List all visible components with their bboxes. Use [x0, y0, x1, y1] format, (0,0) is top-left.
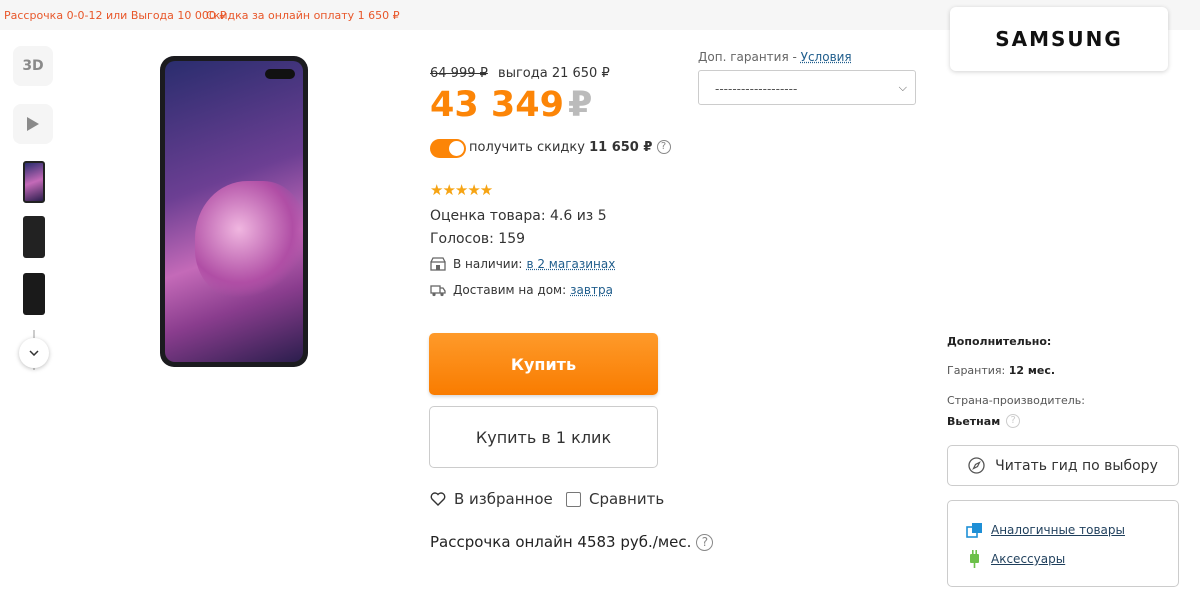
country-value: Вьетнам [947, 414, 1001, 428]
thumbnail-back-camera[interactable] [23, 273, 45, 315]
rating-info: Оценка товара: 4.6 из 5 Голосов: 159 [430, 205, 607, 251]
rating-votes: Голосов: 159 [430, 231, 526, 247]
country-spec: Вьетнам ? [947, 414, 1021, 428]
charger-icon [970, 550, 979, 568]
delivery-row: Доставим на дом: завтра [430, 283, 613, 297]
play-video-button[interactable] [13, 104, 53, 144]
play-icon [27, 117, 39, 131]
product-image[interactable] [160, 56, 308, 367]
country-spec-label: Страна-производитель: [947, 394, 1085, 407]
guide-button[interactable]: Читать гид по выбору [947, 445, 1179, 486]
delivery-label: Доставим на дом: [453, 283, 567, 297]
thumbnail-front[interactable] [23, 161, 45, 203]
stock-row: В наличии: в 2 магазинах [430, 257, 615, 271]
thumbnails-scroll-down-button[interactable] [19, 338, 49, 368]
front-camera [265, 69, 295, 79]
accessories-link[interactable]: Аксессуары [966, 550, 1065, 568]
currency-sign: ₽ [567, 85, 593, 125]
old-price-row: 64 999 ₽ выгода 21 650 ₽ [430, 66, 610, 81]
warranty-select[interactable]: ------------------- ⌵ [698, 70, 916, 105]
stock-link[interactable]: в 2 магазинах [526, 257, 615, 271]
current-price: 43 349 ₽ [430, 85, 592, 125]
checkbox-box[interactable] [566, 491, 581, 507]
old-price: 64 999 ₽ [430, 66, 488, 81]
help-icon[interactable]: ? [656, 140, 671, 154]
guide-label: Читать гид по выбору [995, 457, 1158, 474]
phone-screen [165, 61, 303, 362]
favorites-label: В избранное [454, 490, 553, 508]
chevron-down-icon [29, 350, 39, 356]
rating-score: Оценка товара: 4.6 из 5 [430, 208, 607, 224]
credit-offer: Рассрочка онлайн 4583 руб./мес. ? [430, 533, 714, 551]
add-to-favorites[interactable]: В избранное [430, 490, 553, 508]
thumbnail-back[interactable] [23, 216, 45, 258]
warranty-select-value: ------------------- [715, 82, 798, 96]
warranty-terms-link[interactable]: Условия [801, 50, 852, 64]
store-icon [430, 257, 446, 271]
compare-checkbox[interactable]: Сравнить [566, 490, 664, 508]
chevron-down-icon: ⌵ [898, 81, 907, 94]
similar-items-icon [966, 523, 982, 538]
rating-stars: ★★★★★ [430, 181, 493, 199]
view-3d-button[interactable]: 3D [13, 46, 53, 86]
truck-icon [430, 285, 446, 297]
promo-online-discount[interactable]: Скидка за онлайн оплату 1 650 ₽ [206, 9, 400, 22]
related-links: Аналогичные товары Аксессуары [947, 500, 1179, 587]
compass-icon [968, 457, 985, 474]
discount-label: получить скидку 11 650 ₽ ? [469, 140, 671, 155]
promo-installment[interactable]: Рассрочка 0-0-12 или Выгода 10 000 ₽ [4, 9, 226, 22]
stock-label: В наличии: [453, 257, 523, 271]
credit-text: Рассрочка онлайн 4583 руб./мес. [430, 533, 692, 551]
brand-logo[interactable]: SAMSUNG [950, 7, 1168, 71]
help-icon[interactable]: ? [696, 533, 714, 551]
discount-value: 11 650 ₽ [589, 140, 653, 155]
price-value: 43 349 [430, 85, 564, 125]
benefit: выгода 21 650 ₽ [498, 66, 610, 81]
help-icon[interactable]: ? [1006, 414, 1021, 428]
delivery-link[interactable]: завтра [570, 283, 613, 297]
warranty-spec: Гарантия: 12 мес. [947, 364, 1056, 377]
extra-warranty-label: Доп. гарантия - Условия [698, 50, 852, 64]
compare-label: Сравнить [589, 490, 665, 508]
heart-icon [430, 492, 446, 506]
buy-one-click-button[interactable]: Купить в 1 клик [429, 406, 658, 468]
similar-products-link[interactable]: Аналогичные товары [966, 522, 1125, 538]
details-title: Дополнительно: [947, 335, 1052, 348]
discount-toggle[interactable] [430, 139, 466, 158]
buy-button[interactable]: Купить [429, 333, 658, 395]
warranty-value: 12 мес. [1008, 364, 1056, 377]
